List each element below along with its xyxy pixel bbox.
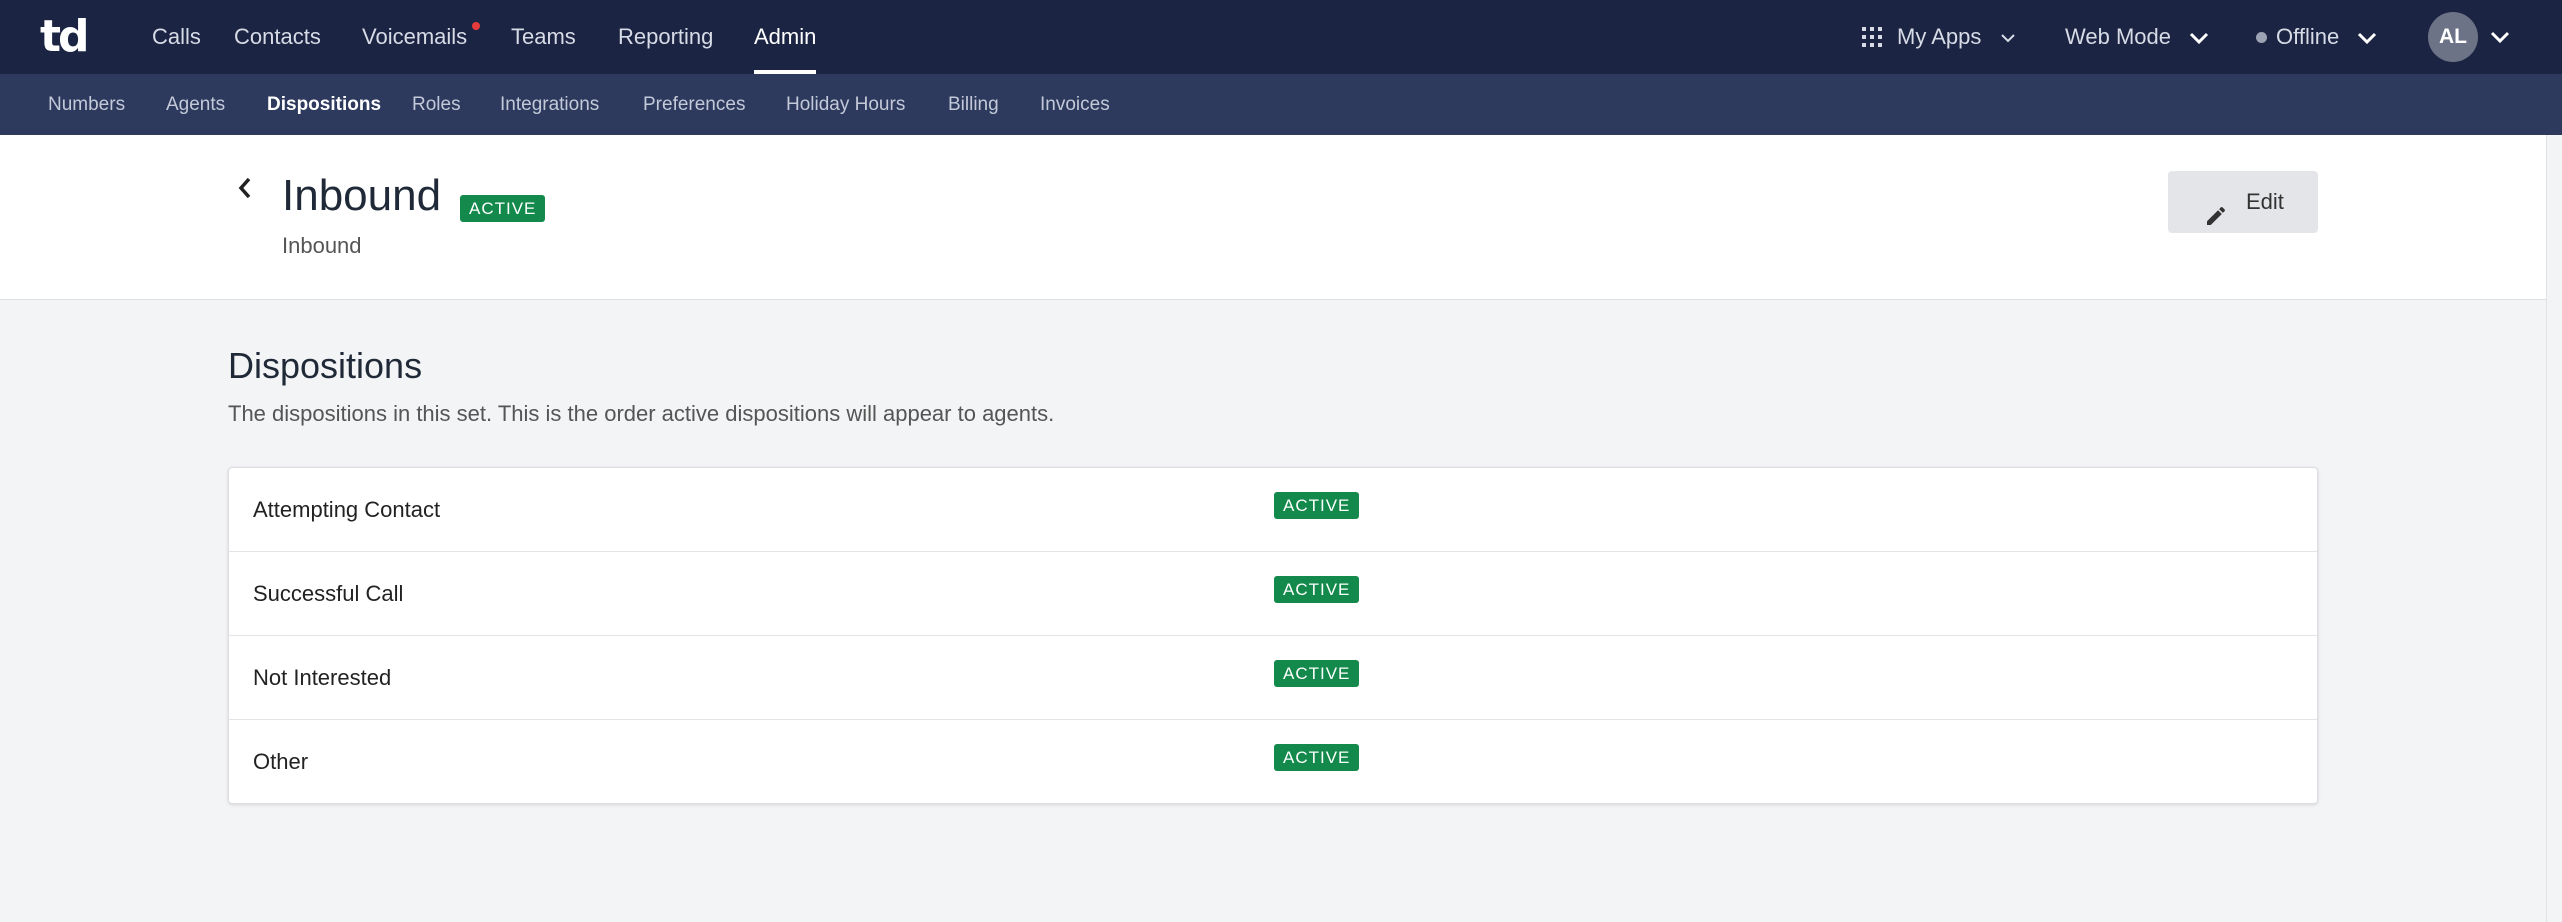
disposition-name: Not Interested (253, 665, 392, 690)
list-item[interactable]: Successful Call ACTIVE (229, 552, 2317, 636)
list-item[interactable]: Other ACTIVE (229, 720, 2317, 804)
chevron-left-icon[interactable] (234, 175, 256, 206)
subnav-preferences[interactable]: Preferences (643, 74, 745, 135)
page-title: Inbound (282, 171, 442, 220)
section-description: The dispositions in this set. This is th… (228, 401, 1055, 426)
subnav-integrations[interactable]: Integrations (500, 74, 599, 135)
nav-contacts[interactable]: Contacts (234, 0, 321, 74)
web-mode-menu[interactable]: Web Mode (2065, 0, 2209, 74)
nav-teams[interactable]: Teams (511, 0, 576, 74)
status-badge: ACTIVE (1274, 576, 1360, 603)
web-mode-label: Web Mode (2065, 24, 2171, 49)
status-label: Offline (2276, 24, 2340, 49)
status-badge: ACTIVE (1274, 744, 1360, 771)
section-title: Dispositions (228, 345, 423, 386)
nav-admin[interactable]: Admin (754, 0, 817, 74)
subnav-holiday-hours[interactable]: Holiday Hours (786, 74, 905, 135)
subnav-numbers[interactable]: Numbers (48, 74, 125, 135)
app-logo[interactable]: td (40, 14, 90, 60)
nav-voicemails[interactable]: Voicemails (362, 0, 467, 74)
pencil-icon (2204, 190, 2228, 252)
edit-button[interactable]: Edit (2168, 171, 2318, 233)
disposition-name: Attempting Contact (253, 497, 441, 522)
subnav-agents[interactable]: Agents (166, 74, 225, 135)
grid-icon[interactable] (1862, 27, 1882, 52)
my-apps-label: My Apps (1897, 24, 1982, 49)
top-navigation-bar: td Calls Contacts Voicemails Teams Repor… (0, 0, 2562, 74)
subnav-invoices[interactable]: Invoices (1040, 74, 1110, 135)
status-badge: ACTIVE (460, 195, 546, 222)
chevron-down-icon (2000, 34, 2015, 43)
page-subtitle: Inbound (282, 233, 362, 258)
status-badge: ACTIVE (1274, 492, 1360, 519)
my-apps-menu[interactable]: My Apps (1897, 0, 2016, 74)
nav-reporting[interactable]: Reporting (618, 0, 713, 74)
admin-sub-navigation: Numbers Agents Dispositions Roles Integr… (0, 74, 2562, 135)
subnav-dispositions[interactable]: Dispositions (267, 74, 381, 135)
chevron-down-icon (2358, 33, 2377, 45)
disposition-set-header: Inbound ACTIVE Inbound Edit (0, 135, 2546, 300)
disposition-name: Other (253, 749, 309, 774)
edit-button-label: Edit (2246, 189, 2284, 214)
subnav-billing[interactable]: Billing (948, 74, 999, 135)
subnav-roles[interactable]: Roles (412, 74, 461, 135)
status-dot-icon (2256, 32, 2267, 43)
list-item[interactable]: Attempting Contact ACTIVE (229, 468, 2317, 552)
dispositions-list: Attempting Contact ACTIVE Successful Cal… (228, 467, 2318, 804)
scrollbar[interactable] (2546, 135, 2562, 922)
chevron-down-icon (2190, 33, 2209, 45)
nav-calls[interactable]: Calls (152, 0, 201, 74)
chevron-down-icon[interactable] (2490, 31, 2510, 43)
list-item[interactable]: Not Interested ACTIVE (229, 636, 2317, 720)
voicemail-notification-dot (472, 22, 480, 30)
status-menu[interactable]: Offline (2276, 0, 2377, 74)
status-badge: ACTIVE (1274, 660, 1360, 687)
disposition-name: Successful Call (253, 581, 404, 606)
user-avatar[interactable]: AL (2428, 12, 2478, 62)
